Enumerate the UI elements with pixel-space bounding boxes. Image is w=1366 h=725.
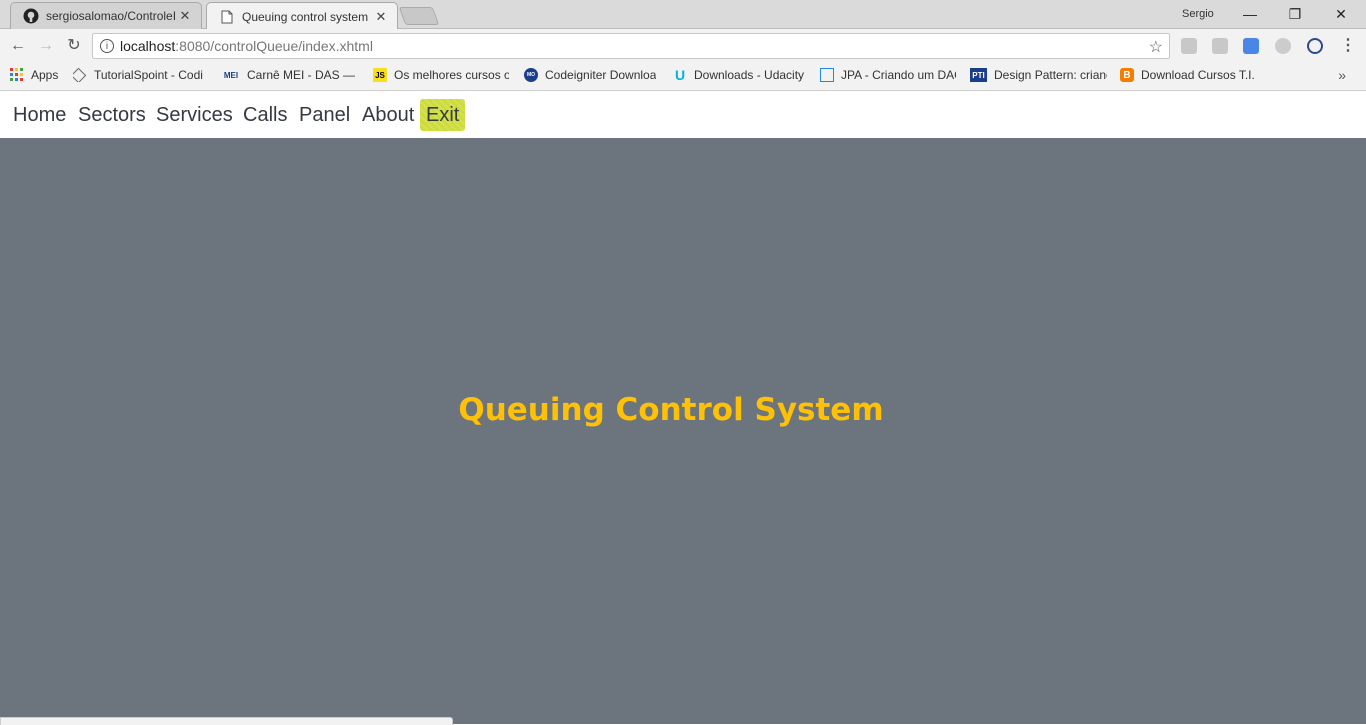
play-icon[interactable]: [1307, 38, 1323, 54]
main-content: Queuing Control System: [0, 138, 1366, 724]
browser-toolbar: ← → ↻ i localhost:8080/controlQueue/inde…: [0, 29, 1366, 63]
bookmark-label: Apps: [31, 68, 59, 82]
bookmark-label: Downloads - Udacity: [694, 68, 805, 82]
nav-panel[interactable]: Panel: [299, 99, 350, 131]
dropbox-icon[interactable]: [1181, 38, 1197, 54]
new-tab-button[interactable]: [398, 7, 440, 25]
bookmark-label: Design Pattern: crianc: [994, 68, 1107, 82]
restore-icon[interactable]: ❐: [1284, 4, 1306, 24]
bookmark-label: TutorialSpoint - Codi: [94, 68, 203, 82]
url-host: localhost: [120, 38, 176, 54]
minimize-icon[interactable]: —: [1239, 4, 1261, 24]
bookmark-cursos-ti[interactable]: B Download Cursos T.I.: [1120, 68, 1258, 82]
chevron-double-right-icon[interactable]: »: [1338, 67, 1346, 83]
bookmark-mei[interactable]: MEI Carnê MEI - DAS — P: [222, 68, 358, 82]
site-navbar: Home Sectors Services Calls Panel About …: [0, 91, 1366, 138]
pdf-icon[interactable]: [1212, 38, 1228, 54]
pti-icon: PTI: [970, 68, 987, 82]
nav-home[interactable]: Home: [13, 99, 66, 131]
page-icon: [219, 9, 235, 25]
bookmark-jpa[interactable]: JPA - Criando um DAC: [820, 68, 956, 82]
codeigniter-icon: MO: [524, 68, 538, 82]
bookmark-design-pattern[interactable]: PTI Design Pattern: crianc: [970, 68, 1107, 82]
menu-icon[interactable]: ⋮: [1339, 37, 1357, 55]
apps-grid-icon: [10, 68, 24, 82]
back-icon[interactable]: ←: [9, 37, 27, 55]
url-path: :8080/controlQueue/index.xhtml: [175, 38, 373, 54]
mei-icon: MEI: [223, 70, 239, 80]
bookmark-label: Codeigniter Downloa: [545, 68, 657, 82]
address-bar[interactable]: i localhost:8080/controlQueue/index.xhtm…: [92, 33, 1170, 59]
nav-about[interactable]: About: [362, 99, 414, 131]
udacity-icon: U: [674, 68, 686, 82]
nav-sectors[interactable]: Sectors: [78, 99, 146, 131]
page-title: Queuing Control System: [458, 392, 884, 428]
close-icon[interactable]: ✕: [177, 8, 193, 24]
blogger-icon: B: [1120, 68, 1134, 82]
tab-github[interactable]: sergiosalomao/ControleI ✕: [10, 2, 202, 29]
profile-name[interactable]: Sergio: [1182, 8, 1214, 20]
tutorialspoint-icon: [73, 68, 87, 82]
nav-services[interactable]: Services: [156, 99, 233, 131]
js-icon: JS: [373, 68, 387, 82]
bookmarks-bar: Apps TutorialSpoint - Codi MEI Carnê MEI…: [0, 63, 1366, 91]
reload-icon[interactable]: ↻: [65, 37, 83, 55]
bookmark-label: Os melhores cursos o: [394, 68, 509, 82]
tab-queuing-control[interactable]: Queuing control system ✕: [206, 2, 398, 30]
nav-calls[interactable]: Calls: [243, 99, 287, 131]
close-window-icon[interactable]: ✕: [1330, 4, 1352, 24]
extension-icon[interactable]: [1275, 38, 1291, 54]
bookmark-udacity[interactable]: U Downloads - Udacity: [673, 68, 810, 82]
bookmark-tutorialspoint[interactable]: TutorialSpoint - Codi: [73, 68, 210, 82]
bookmark-codeigniter[interactable]: MO Codeigniter Downloa: [524, 68, 659, 82]
bookmark-label: JPA - Criando um DAC: [841, 68, 956, 82]
jpa-icon: [820, 68, 834, 82]
tab-title: sergiosalomao/ControleI: [46, 9, 177, 23]
exit-button[interactable]: Exit: [420, 99, 466, 131]
info-icon[interactable]: i: [100, 39, 114, 53]
translate-icon[interactable]: [1243, 38, 1259, 54]
bookmark-label: Carnê MEI - DAS — P: [247, 68, 358, 82]
star-icon[interactable]: ☆: [1149, 37, 1163, 57]
github-icon: [23, 8, 39, 24]
tab-strip: sergiosalomao/ControleI ✕ Queuing contro…: [0, 0, 1366, 30]
bookmark-label: Download Cursos T.I.: [1141, 68, 1255, 82]
tab-title: Queuing control system: [242, 9, 369, 24]
bookmark-cursos[interactable]: JS Os melhores cursos o: [373, 68, 509, 82]
forward-icon[interactable]: →: [37, 37, 55, 55]
bookmark-apps[interactable]: Apps: [10, 68, 65, 82]
close-icon[interactable]: ✕: [373, 9, 389, 25]
